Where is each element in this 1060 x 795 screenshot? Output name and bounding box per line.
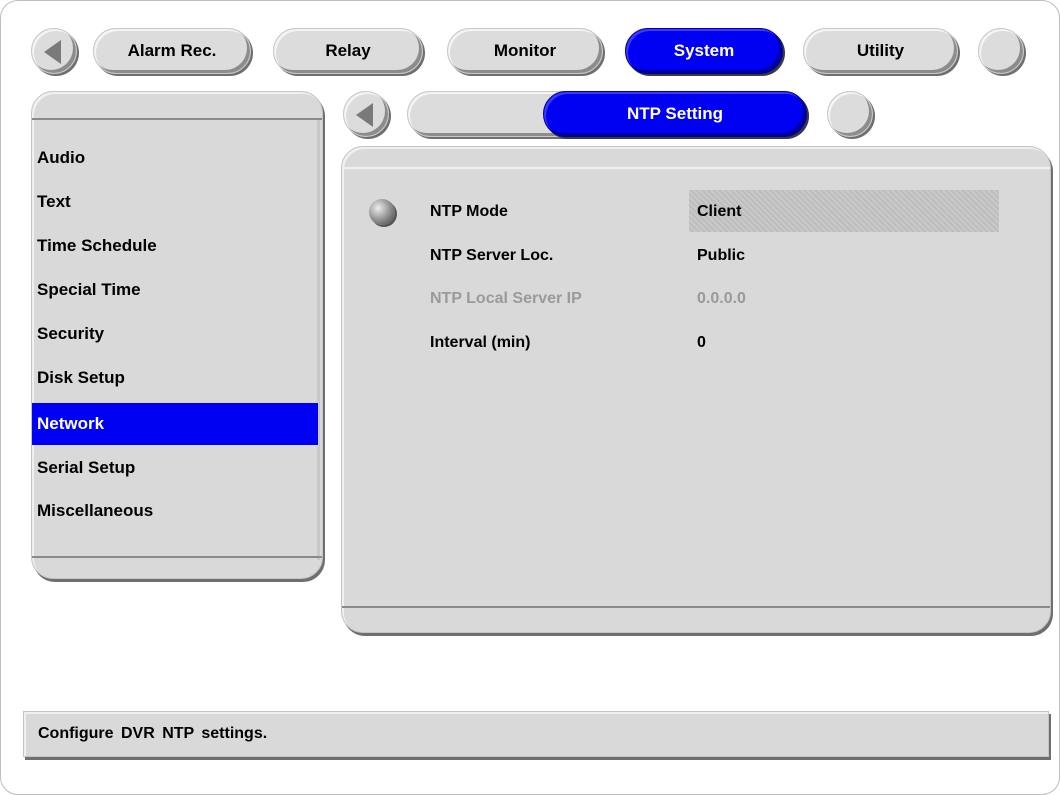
tab-monitor[interactable]: Monitor — [447, 28, 603, 74]
ntp-local-server-ip-label: NTP Local Server IP — [430, 290, 582, 307]
panel-top-edge — [342, 147, 1050, 169]
next-tab-circle[interactable] — [978, 28, 1024, 74]
prev-tab-arrow-icon[interactable] — [31, 28, 77, 74]
tab-system[interactable]: System — [625, 28, 783, 74]
prev-subtab-arrow-icon[interactable] — [343, 91, 389, 137]
sidebar-top-edge — [32, 92, 322, 120]
sidebar-item-special-time[interactable]: Special Time — [32, 269, 318, 311]
ntp-server-loc-value[interactable]: Public — [697, 247, 745, 265]
sidebar-item-miscellaneous[interactable]: Miscellaneous — [32, 490, 318, 532]
panel-bottom-edge — [342, 606, 1050, 632]
dvr-setup-screen: Alarm Rec. Relay Monitor System Utility … — [0, 0, 1060, 795]
focus-bullet-icon — [369, 199, 395, 225]
sidebar-item-text[interactable]: Text — [32, 181, 318, 223]
ntp-settings-panel: NTP Mode Client NTP Server Loc. Public N… — [341, 146, 1051, 633]
interval-label: Interval (min) — [430, 334, 531, 351]
ntp-mode-label: NTP Mode — [430, 203, 508, 220]
sidebar-item-audio[interactable]: Audio — [32, 137, 318, 179]
ntp-mode-value[interactable]: Client — [697, 203, 741, 221]
tab-alarm-rec[interactable]: Alarm Rec. — [93, 28, 251, 74]
sidebar-item-network[interactable]: Network — [32, 403, 318, 445]
tab-relay[interactable]: Relay — [273, 28, 423, 74]
sidebar-bottom-edge — [32, 556, 322, 578]
ntp-server-loc-label: NTP Server Loc. — [430, 247, 554, 264]
sidebar-item-disk-setup[interactable]: Disk Setup — [32, 357, 318, 399]
sidebar-item-time-schedule[interactable]: Time Schedule — [32, 225, 318, 267]
sidebar-item-serial-setup[interactable]: Serial Setup — [32, 447, 318, 489]
tab-utility[interactable]: Utility — [803, 28, 958, 74]
sidebar-menu: Audio Text Time Schedule Special Time Se… — [31, 91, 323, 579]
status-text: Configure DVR NTP settings. — [38, 725, 268, 742]
subtab-ntp-setting[interactable]: NTP Setting — [543, 91, 807, 137]
next-subtab-circle[interactable] — [827, 91, 873, 137]
interval-value[interactable]: 0 — [697, 334, 706, 352]
ntp-local-server-ip-value: 0.0.0.0 — [697, 290, 746, 307]
status-bar: Configure DVR NTP settings. — [23, 711, 1049, 757]
sidebar-item-security[interactable]: Security — [32, 313, 318, 355]
